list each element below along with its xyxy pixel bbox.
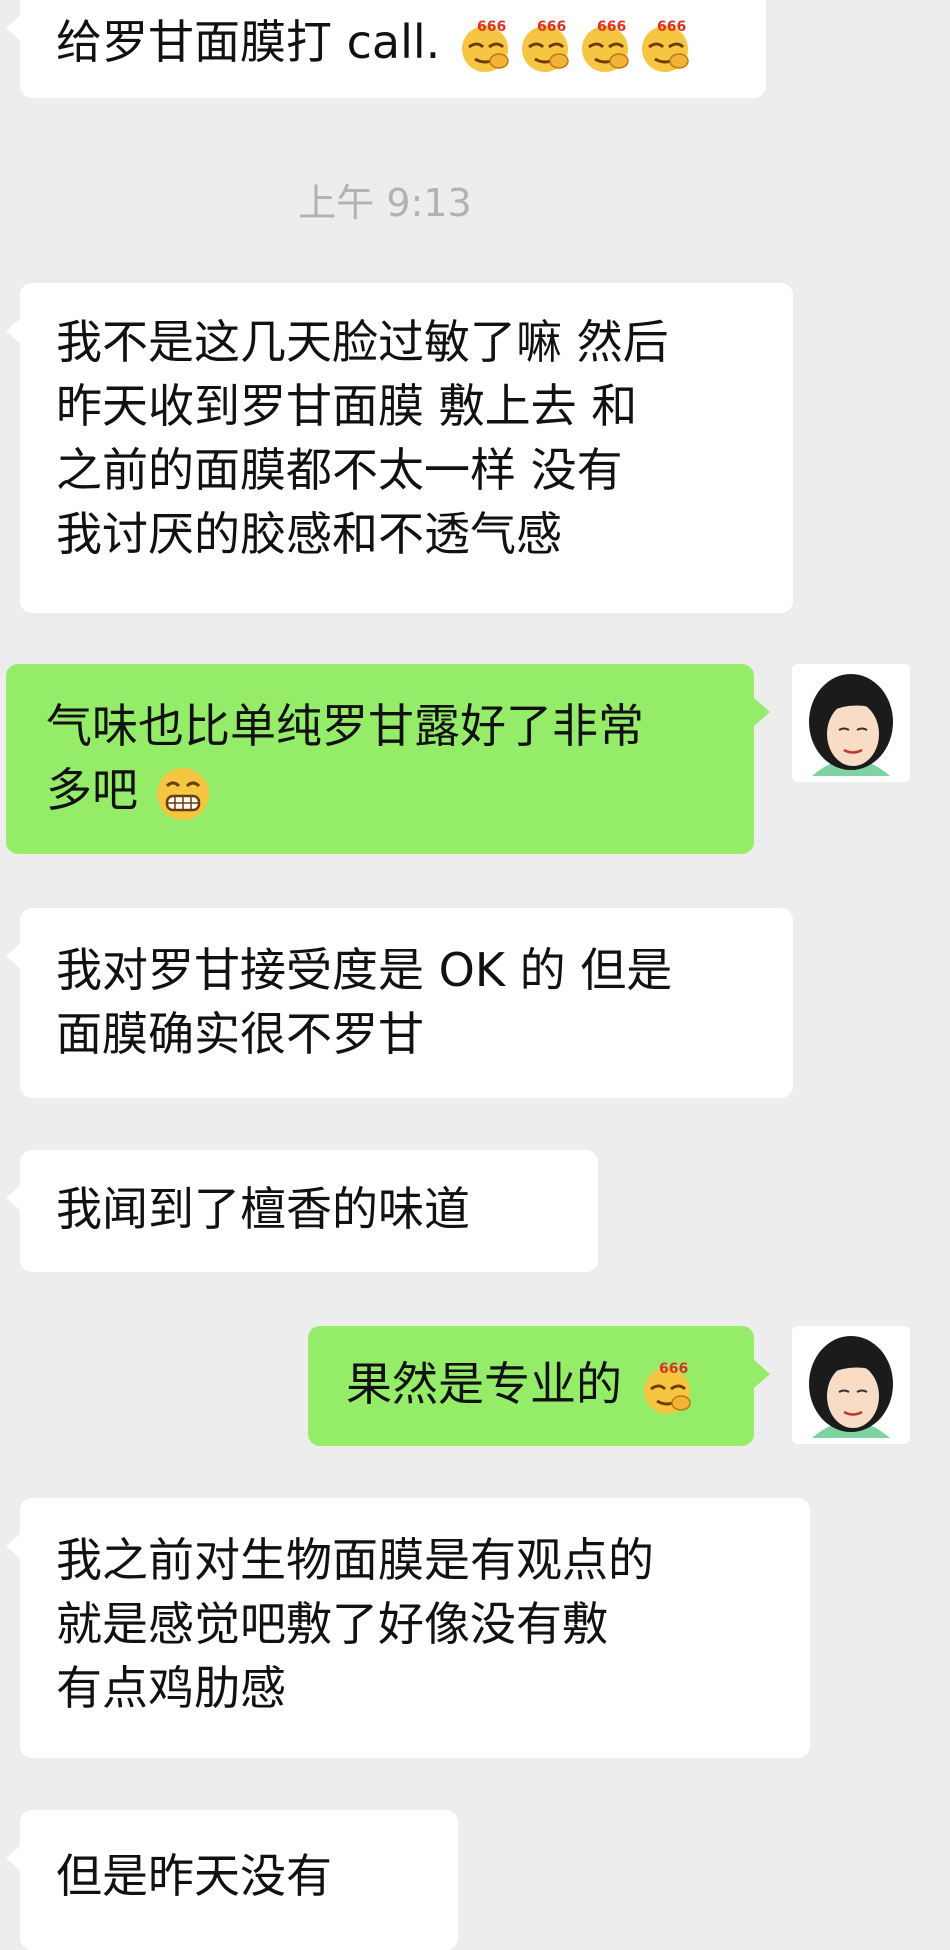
avatar[interactable] [792,664,910,782]
svg-text:666: 666 [657,19,686,35]
message-line: 面膜确实很不罗甘 [56,1007,424,1061]
message-line-with-emoji: 多吧 [46,758,718,824]
message-line: 气味也比单纯罗甘露好了非常 [46,699,644,753]
svg-text:666: 666 [659,1361,688,1377]
message-line: 昨天收到罗甘面膜 敷上去 和 [56,379,638,433]
svg-text:666: 666 [477,19,506,35]
666-icon: 666 [643,1361,691,1414]
666-icon: 666 [641,19,689,72]
message-text: 多吧 [46,763,138,817]
svg-text:666: 666 [537,19,566,35]
chat-window[interactable]: 给罗甘面膜打 call. 666 666 666 666 上午 9:13 我不是… [0,0,950,1950]
message-line: 有点鸡肋感 [56,1661,286,1715]
message-line: 我讨厌的胶感和不透气感 [56,507,562,561]
message-line: 我不是这几天脸过敏了嘛 然后 [56,315,669,369]
message-line: 之前的面膜都不太一样 没有 [56,443,623,497]
message-line: 但是昨天没有 [56,1849,332,1903]
666-icon: 666 [521,19,569,72]
message-text: 给罗甘面膜打 call. [56,15,441,69]
incoming-message[interactable]: 我对罗甘接受度是 OK 的 但是 面膜确实很不罗甘 [6,908,793,1098]
message-line: 我之前对生物面膜是有观点的 [56,1533,654,1587]
outgoing-message[interactable]: 果然是专业的 666 [308,1326,770,1446]
incoming-message[interactable]: 我闻到了檀香的味道 [6,1150,598,1272]
avatar-face-icon [792,1326,910,1444]
666-icon: 666 [581,19,629,72]
avatar-face-icon [792,664,910,782]
incoming-message[interactable]: 但是昨天没有 [6,1810,458,1950]
emoji-group: 666 666 666 666 [455,15,695,72]
outgoing-message[interactable]: 气味也比单纯罗甘露好了非常 多吧 [6,664,770,854]
grin-icon [156,767,209,820]
avatar[interactable] [792,1326,910,1444]
svg-text:666: 666 [597,19,626,35]
message-line: 我对罗甘接受度是 OK 的 但是 [56,943,673,997]
666-icon: 666 [461,19,509,72]
message-line: 我闻到了檀香的味道 [56,1182,470,1236]
message-text: 果然是专业的 [346,1357,622,1411]
incoming-message[interactable]: 我不是这几天脸过敏了嘛 然后 昨天收到罗甘面膜 敷上去 和 之前的面膜都不太一样… [6,283,793,613]
message-line: 就是感觉吧敷了好像没有敷 [56,1597,608,1651]
incoming-message[interactable]: 我之前对生物面膜是有观点的 就是感觉吧敷了好像没有敷 有点鸡肋感 [6,1498,810,1758]
incoming-message[interactable]: 给罗甘面膜打 call. 666 666 666 666 [6,0,766,98]
message-timestamp: 上午 9:13 [298,181,472,225]
